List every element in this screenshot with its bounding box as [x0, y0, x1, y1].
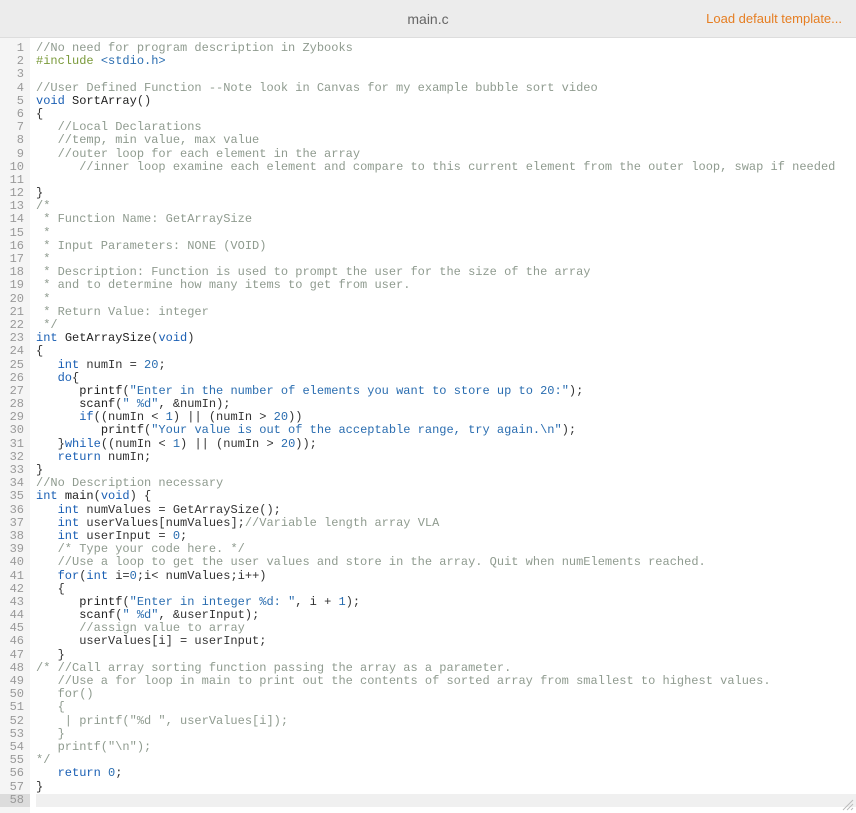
line-number: 51	[0, 701, 30, 714]
line-number: 41	[0, 570, 30, 583]
line-number: 58	[0, 794, 30, 807]
line-number: 35	[0, 490, 30, 503]
resize-handle-icon[interactable]	[840, 797, 854, 811]
code-line[interactable]: userValues[i] = userInput;	[36, 635, 856, 648]
code-line[interactable]: return 0;	[36, 767, 856, 780]
line-number: 46	[0, 635, 30, 648]
line-number: 52	[0, 715, 30, 728]
line-number: 19	[0, 279, 30, 292]
code-area[interactable]: //No need for program description in Zyb…	[30, 38, 856, 813]
code-line[interactable]: printf("\n");	[36, 741, 856, 754]
code-editor[interactable]: 1234567891011121314151617181920212223242…	[0, 38, 856, 813]
code-line[interactable]: }	[36, 781, 856, 794]
line-number: 24	[0, 345, 30, 358]
editor-header: main.c Load default template...	[0, 0, 856, 38]
code-line[interactable]: * Return Value: integer	[36, 306, 856, 319]
line-number: 47	[0, 649, 30, 662]
line-number: 20	[0, 293, 30, 306]
line-number: 10	[0, 161, 30, 174]
line-number: 56	[0, 767, 30, 780]
line-number: 57	[0, 781, 30, 794]
code-line[interactable]	[36, 174, 856, 187]
line-number: 2	[0, 55, 30, 68]
line-number: 53	[0, 728, 30, 741]
code-line[interactable]: }	[36, 728, 856, 741]
line-number: 14	[0, 213, 30, 226]
code-line[interactable]: }while((numIn < 1) || (numIn > 20));	[36, 438, 856, 451]
line-number: 8	[0, 134, 30, 147]
line-number: 40	[0, 556, 30, 569]
code-line[interactable]: * and to determine how many items to get…	[36, 279, 856, 292]
code-line[interactable]: | printf("%d ", userValues[i]);	[36, 715, 856, 728]
line-number: 36	[0, 504, 30, 517]
code-line[interactable]: */	[36, 754, 856, 767]
code-line[interactable]: for()	[36, 688, 856, 701]
line-number-gutter: 1234567891011121314151617181920212223242…	[0, 38, 30, 813]
line-number: 6	[0, 108, 30, 121]
line-number: 9	[0, 148, 30, 161]
line-number: 37	[0, 517, 30, 530]
code-line[interactable]: for(int i=0;i< numValues;i++)	[36, 570, 856, 583]
line-number: 1	[0, 42, 30, 55]
line-number: 42	[0, 583, 30, 596]
line-number: 4	[0, 82, 30, 95]
filename: main.c	[407, 11, 448, 27]
line-number: 31	[0, 438, 30, 451]
code-line[interactable]: * Function Name: GetArraySize	[36, 213, 856, 226]
load-default-template-link[interactable]: Load default template...	[706, 11, 842, 26]
line-number: 5	[0, 95, 30, 108]
line-number: 3	[0, 68, 30, 81]
code-line[interactable]: int numIn = 20;	[36, 359, 856, 372]
code-line[interactable]: //No Description necessary	[36, 477, 856, 490]
code-line[interactable]: * Input Parameters: NONE (VOID)	[36, 240, 856, 253]
code-line[interactable]: //Use a for loop in main to print out th…	[36, 675, 856, 688]
code-line[interactable]: void SortArray()	[36, 95, 856, 108]
code-line[interactable]: int GetArraySize(void)	[36, 332, 856, 345]
code-line[interactable]: //User Defined Function --Note look in C…	[36, 82, 856, 95]
line-number: 21	[0, 306, 30, 319]
line-number: 7	[0, 121, 30, 134]
line-number: 26	[0, 372, 30, 385]
code-line[interactable]: }	[36, 187, 856, 200]
code-line[interactable]: #include <stdio.h>	[36, 55, 856, 68]
code-line[interactable]: return numIn;	[36, 451, 856, 464]
line-number: 30	[0, 424, 30, 437]
code-line[interactable]	[36, 794, 856, 807]
line-number: 25	[0, 359, 30, 372]
line-number: 15	[0, 227, 30, 240]
code-line[interactable]: //inner loop examine each element and co…	[36, 161, 856, 174]
